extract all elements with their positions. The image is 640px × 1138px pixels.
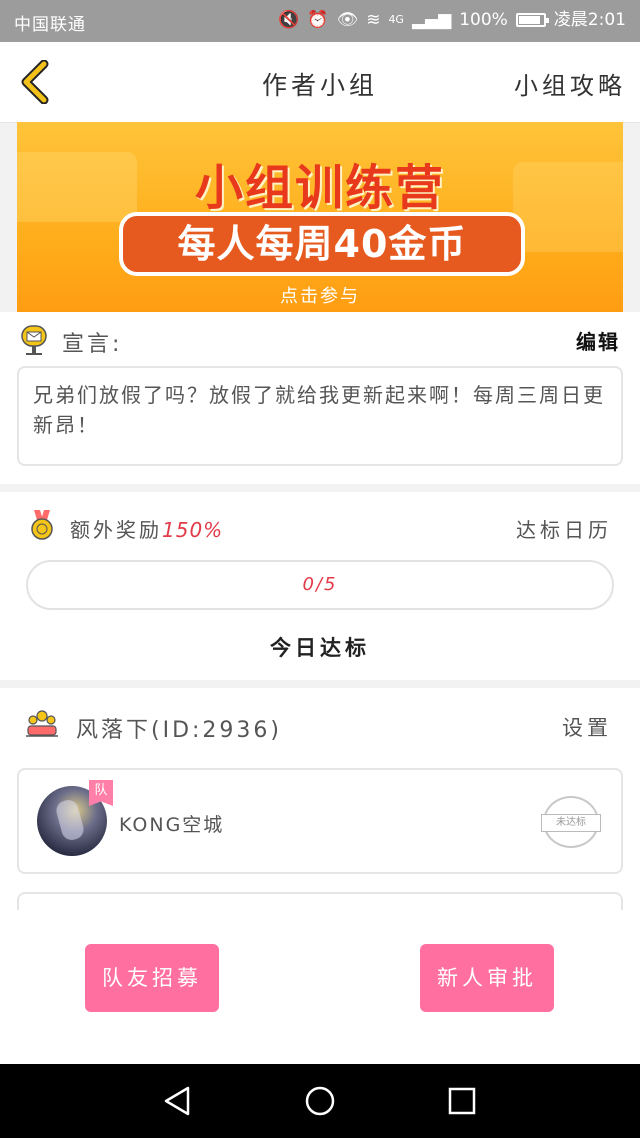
declaration-text: 兄弟们放假了吗？放假了就给我更新起来啊！每周三周日更新昂！ [17, 366, 623, 466]
mute-icon: 🔇 [278, 10, 300, 30]
signal-icon: ▂▄▆ [411, 10, 452, 30]
status-bar: 中国联通 🔇 ⏰ 👁 ≋ 4G ▂▄▆ 100% 凌晨2:01 [0, 0, 640, 42]
reward-percent: 150% [162, 518, 224, 542]
battery-percent: 100% [459, 10, 508, 30]
banner-title: 小组训练营 [194, 160, 445, 216]
training-camp-banner[interactable]: 小组训练营 每人每周40金币 点击参与 [17, 122, 623, 312]
wifi-icon: ≋ [366, 10, 381, 30]
app-header: 作者小组 小组攻略 [0, 42, 640, 123]
action-bar: 队友招募 新人审批 [0, 910, 640, 1064]
reward-label-text: 额外奖励 [70, 518, 162, 542]
member-card[interactable] [17, 892, 623, 910]
extra-reward-label: 额外奖励150% [70, 514, 223, 543]
declaration-label: 宣言: [62, 332, 123, 357]
mailbox-icon [21, 325, 47, 355]
eye-icon: 👁 [336, 10, 359, 30]
today-goal-label: 今日达标 [270, 636, 370, 660]
goal-calendar-link[interactable]: 达标日历 [516, 514, 612, 543]
team-name: 风落下(ID:2936) [76, 718, 282, 743]
network-type: 4G [388, 13, 404, 26]
member-status: 未达标 [541, 814, 601, 832]
status-icons: 🔇 ⏰ 👁 ≋ 4G ▂▄▆ 100% 凌晨2:01 [278, 10, 626, 30]
progress-text: 0/5 [302, 574, 338, 595]
member-name: KONG空城 [119, 814, 225, 836]
edit-declaration-button[interactable]: 编辑 [576, 326, 620, 355]
medal-icon [31, 510, 53, 540]
alarm-icon: ⏰ [307, 10, 329, 30]
declaration-section: 宣言: 编辑 兄弟们放假了吗？放假了就给我更新起来啊！每周三周日更新昂！ [0, 312, 640, 484]
status-stamp-icon: 未达标 [541, 796, 601, 848]
nav-recent-icon[interactable] [445, 1084, 479, 1118]
team-section: 风落下(ID:2936) 设置 队 KONG空城 未达标 [0, 688, 640, 910]
reward-section: 额外奖励150% 达标日历 0/5 今日达标 [0, 492, 640, 680]
nav-home-icon[interactable] [303, 1084, 337, 1118]
daily-progress-bar: 0/5 [26, 560, 614, 610]
member-card[interactable]: 队 KONG空城 未达标 [17, 768, 623, 874]
team-settings-button[interactable]: 设置 [562, 712, 612, 742]
carrier-name: 中国联通 [14, 15, 86, 35]
team-icon [26, 710, 58, 737]
banner-subtitle: 每人每周40金币 [119, 212, 525, 276]
battery-icon [515, 13, 549, 27]
recruit-button[interactable]: 队友招募 [85, 944, 219, 1012]
nav-back-icon[interactable] [160, 1084, 194, 1118]
clock: 凌晨2:01 [553, 10, 626, 30]
system-nav-bar [0, 1064, 640, 1138]
approve-button[interactable]: 新人审批 [420, 944, 554, 1012]
group-guide-link[interactable]: 小组攻略 [514, 66, 626, 101]
banner-cta: 点击参与 [280, 286, 360, 307]
